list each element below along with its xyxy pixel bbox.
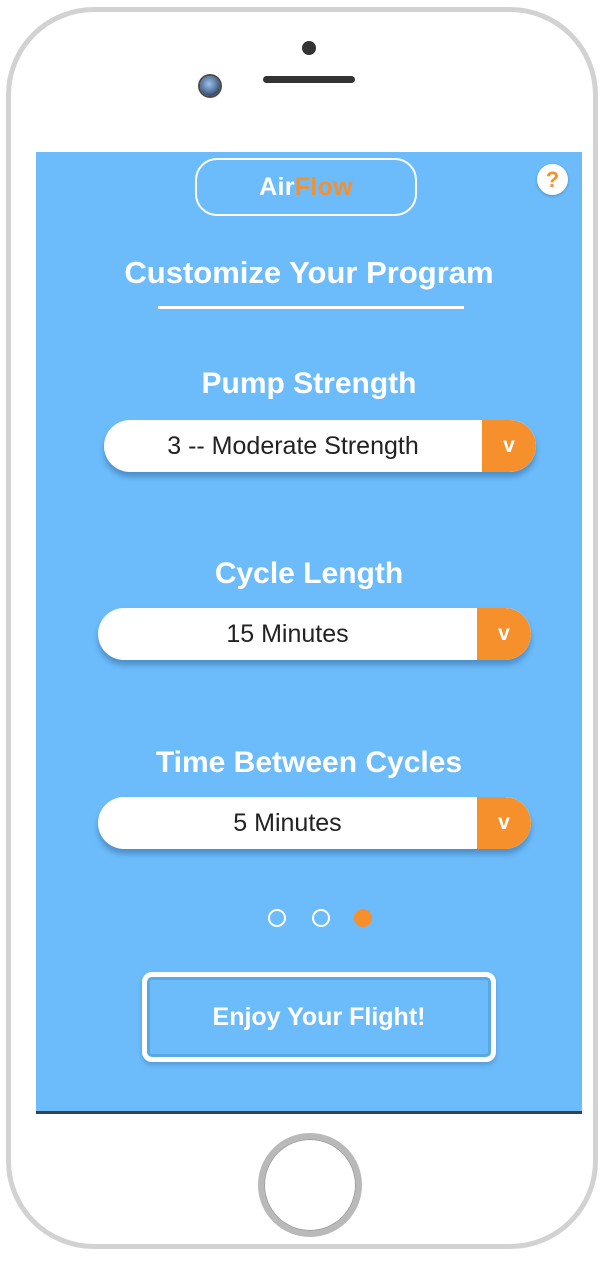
time-between-cycles-value: 5 Minutes (233, 808, 342, 837)
title-underline (158, 306, 464, 309)
chevron-down-icon[interactable]: v (482, 420, 536, 472)
pump-strength-label: Pump Strength (201, 367, 417, 400)
cycle-length-select[interactable]: 15 Minutes v (98, 608, 531, 660)
chevron-down-icon[interactable]: v (477, 608, 531, 660)
brand-part-flow: Flow (294, 172, 353, 201)
page-dot-3-active[interactable] (354, 909, 372, 927)
front-camera (200, 76, 220, 96)
time-between-cycles-select[interactable]: 5 Minutes v (98, 797, 531, 849)
brand-logo: Air Flow (195, 158, 417, 216)
pump-strength-value: 3 -- Moderate Strength (167, 431, 419, 460)
home-button[interactable] (258, 1133, 362, 1237)
page-title: Customize Your Program (124, 255, 494, 290)
cycle-length-value: 15 Minutes (226, 619, 349, 648)
earpiece-speaker (263, 76, 355, 83)
page-dot-2[interactable] (312, 909, 330, 927)
time-between-cycles-label: Time Between Cycles (155, 746, 463, 779)
pump-strength-select[interactable]: 3 -- Moderate Strength v (104, 420, 536, 472)
question-mark-icon[interactable]: ? (537, 164, 568, 195)
brand-part-air: Air (259, 172, 295, 201)
page-dot-1[interactable] (268, 909, 286, 927)
chevron-down-icon[interactable]: v (477, 797, 531, 849)
sensor-dot (302, 41, 316, 55)
cycle-length-label: Cycle Length (214, 557, 404, 590)
enjoy-flight-button[interactable]: Enjoy Your Flight! (142, 972, 496, 1062)
